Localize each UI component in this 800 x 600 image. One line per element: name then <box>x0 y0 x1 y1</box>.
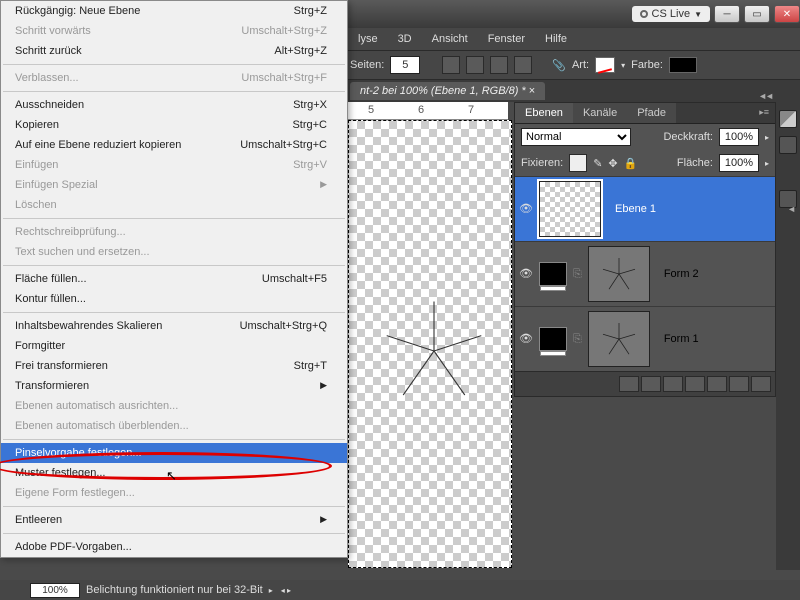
menu-item[interactable]: Schritt zurückAlt+Strg+Z <box>1 41 347 61</box>
ruler-horizontal: 5 6 7 <box>348 102 508 120</box>
color-swatch[interactable] <box>669 57 697 73</box>
maximize-button[interactable]: ▭ <box>744 5 770 23</box>
trash-icon[interactable] <box>751 376 771 392</box>
menu-item[interactable]: Kontur füllen... <box>1 289 347 309</box>
tool-icon[interactable] <box>779 136 797 154</box>
menu-item[interactable]: Auf eine Ebene reduziert kopierenUmschal… <box>1 135 347 155</box>
status-message: Belichtung funktioniert nur bei 32-Bit <box>86 584 263 596</box>
panel-buttons <box>515 371 775 396</box>
tab-channels[interactable]: Kanäle <box>573 103 627 123</box>
menu-item: Einfügen Spezial▶ <box>1 175 347 195</box>
layer-name: Ebene 1 <box>615 203 656 215</box>
visibility-icon[interactable]: 👁 <box>519 332 533 346</box>
close-button[interactable]: ✕ <box>774 5 800 23</box>
lock-all-icon[interactable]: 🔒 <box>624 157 638 170</box>
lock-brush-icon[interactable]: ✎ <box>593 157 602 170</box>
sides-input[interactable] <box>390 56 420 74</box>
opacity-input[interactable]: 100% <box>719 128 759 146</box>
layer-thumb[interactable] <box>539 181 601 237</box>
minimize-button[interactable]: ─ <box>714 5 740 23</box>
menu-item: Verblassen...Umschalt+Strg+F <box>1 68 347 88</box>
status-bar: Belichtung funktioniert nur bei 32-Bit ▸… <box>0 580 800 600</box>
fill-thumb[interactable] <box>539 262 567 286</box>
opacity-label: Deckkraft: <box>663 131 713 143</box>
fill-thumb[interactable] <box>539 327 567 351</box>
menu-item[interactable]: Transformieren▶ <box>1 376 347 396</box>
menu-item: Ebenen automatisch ausrichten... <box>1 396 347 416</box>
group-icon[interactable] <box>707 376 727 392</box>
menu-window[interactable]: Fenster <box>480 30 533 48</box>
fill-label: Fläche: <box>677 157 713 169</box>
mask-icon[interactable] <box>663 376 683 392</box>
mask-thumb[interactable] <box>588 311 650 367</box>
cslive-button[interactable]: CS Live▼ <box>632 6 710 22</box>
lock-pixels-icon[interactable] <box>569 154 587 172</box>
align-icon[interactable] <box>490 56 508 74</box>
canvas[interactable] <box>348 120 512 568</box>
blend-mode-select[interactable]: Normal <box>521 128 631 146</box>
menu-item[interactable]: Pinselvorgabe festlegen... <box>1 443 347 463</box>
menu-item: Ebenen automatisch überblenden... <box>1 416 347 436</box>
menu-item[interactable]: Frei transformierenStrg+T <box>1 356 347 376</box>
layer-name: Form 2 <box>664 268 699 280</box>
collapse-icon[interactable]: ◄◄ <box>758 91 772 101</box>
visibility-icon[interactable]: 👁 <box>519 267 533 281</box>
panel-menu-icon[interactable]: ▸≡ <box>753 103 775 123</box>
menu-item[interactable]: Formgitter <box>1 336 347 356</box>
align-icon[interactable] <box>442 56 460 74</box>
menu-item[interactable]: Rückgängig: Neue EbeneStrg+Z <box>1 1 347 21</box>
cursor-icon: ↖ <box>166 468 177 484</box>
menu-item: Text suchen und ersetzen... <box>1 242 347 262</box>
fill-input[interactable]: 100% <box>719 154 759 172</box>
sides-label: Seiten: <box>350 59 384 71</box>
document-tab[interactable]: nt-2 bei 100% (Ebene 1, RGB/8) * × <box>350 82 545 100</box>
style-label: Art: <box>572 59 589 71</box>
layer-name: Form 1 <box>664 333 699 345</box>
menu-help[interactable]: Hilfe <box>537 30 575 48</box>
tab-layers[interactable]: Ebenen <box>515 103 573 123</box>
layer-row[interactable]: 👁 Ebene 1 <box>515 176 775 241</box>
align-icon[interactable] <box>466 56 484 74</box>
lock-move-icon[interactable]: ✥ <box>608 157 617 170</box>
layer-row[interactable]: 👁⎘Form 2 <box>515 241 775 306</box>
align-icon[interactable] <box>514 56 532 74</box>
fx-icon[interactable] <box>641 376 661 392</box>
clip-icon[interactable]: 📎 <box>552 59 566 72</box>
menu-item[interactable]: Fläche füllen...Umschalt+F5 <box>1 269 347 289</box>
menu-analyze[interactable]: lyse <box>350 30 386 48</box>
new-layer-icon[interactable] <box>729 376 749 392</box>
menu-view[interactable]: Ansicht <box>424 30 476 48</box>
link-icon[interactable] <box>619 376 639 392</box>
menu-item: Rechtschreibprüfung... <box>1 222 347 242</box>
close-icon[interactable]: × <box>529 85 535 97</box>
menu-item[interactable]: Inhaltsbewahrendes SkalierenUmschalt+Str… <box>1 316 347 336</box>
menu-item[interactable]: Adobe PDF-Vorgaben... <box>1 537 347 557</box>
star-shape <box>379 296 489 406</box>
menu-item: Schritt vorwärtsUmschalt+Strg+Z <box>1 21 347 41</box>
lock-label: Fixieren: <box>521 157 563 169</box>
mask-thumb[interactable] <box>588 246 650 302</box>
menu-item: Löschen <box>1 195 347 215</box>
menu-item: Eigene Form festlegen... <box>1 483 347 503</box>
adjustment-icon[interactable] <box>685 376 705 392</box>
menu-item: EinfügenStrg+V <box>1 155 347 175</box>
menu-item[interactable]: Entleeren▶ <box>1 510 347 530</box>
swatch-icon[interactable] <box>779 110 797 128</box>
layer-row[interactable]: 👁⎘Form 1 <box>515 306 775 371</box>
layers-panel: Ebenen Kanäle Pfade ▸≡ Normal Deckkraft:… <box>514 102 776 397</box>
right-toolbar: ◄ <box>776 100 800 570</box>
zoom-input[interactable] <box>30 583 80 598</box>
menu-3d[interactable]: 3D <box>390 30 420 48</box>
menu-item[interactable]: KopierenStrg+C <box>1 115 347 135</box>
menu-item[interactable]: AusschneidenStrg+X <box>1 95 347 115</box>
style-swatch[interactable] <box>595 57 615 73</box>
tab-paths[interactable]: Pfade <box>627 103 676 123</box>
color-label: Farbe: <box>631 59 663 71</box>
visibility-icon[interactable]: 👁 <box>519 202 533 216</box>
